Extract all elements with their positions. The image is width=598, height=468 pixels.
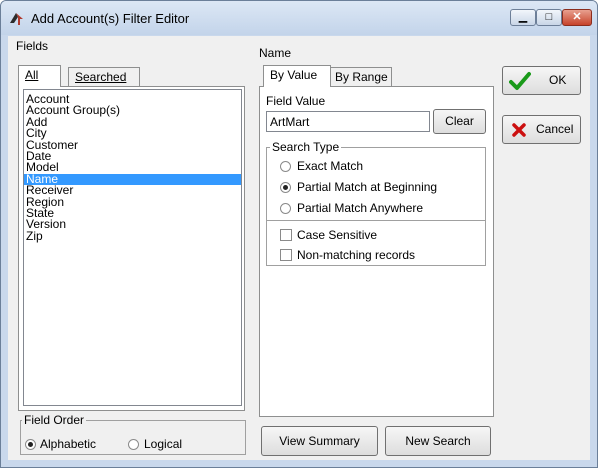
tab-searched[interactable]: Searched (68, 67, 140, 87)
clear-button-label: Clear (445, 114, 474, 128)
filter-editor-window: Add Account(s) Filter Editor ▁ □ ✕ Field… (0, 0, 598, 468)
tab-by-range-label: By Range (335, 70, 388, 84)
app-icon (10, 13, 23, 25)
tab-by-value-label: By Value (270, 68, 318, 82)
case-sensitive-label: Case Sensitive (297, 228, 378, 242)
tab-searched-label: Searched (75, 70, 127, 84)
new-search-button[interactable]: New Search (385, 426, 491, 456)
partial-beginning-radio[interactable] (280, 182, 291, 193)
ok-label: OK (549, 73, 567, 87)
title-bar[interactable]: Add Account(s) Filter Editor ▁ □ ✕ (1, 1, 597, 35)
name-panel-label: Name (259, 46, 292, 60)
search-type-title: Search Type (270, 140, 342, 154)
window-title: Add Account(s) Filter Editor (31, 11, 190, 26)
tab-all[interactable]: All (18, 65, 61, 87)
radio-selected-dot (283, 185, 288, 190)
view-summary-button[interactable]: View Summary (261, 426, 378, 456)
tab-all-label: All (25, 68, 39, 82)
non-matching-checkbox[interactable] (280, 249, 292, 261)
non-matching-label: Non-matching records (297, 248, 416, 262)
logical-label: Logical (144, 437, 183, 451)
ok-button[interactable]: OK (502, 66, 581, 95)
maximize-icon: □ (545, 11, 553, 23)
list-item[interactable]: Account Group(s) (24, 104, 241, 116)
list-item[interactable]: Zip (24, 229, 241, 242)
partial-beginning-label: Partial Match at Beginning (297, 180, 438, 194)
checkmark-icon (509, 72, 531, 90)
case-sensitive-checkbox[interactable] (280, 229, 292, 241)
close-icon: ✕ (572, 11, 582, 23)
radio-selected-dot (28, 442, 33, 447)
fields-label: Fields (16, 39, 49, 53)
x-icon (512, 123, 526, 137)
logical-radio[interactable] (128, 439, 139, 450)
list-item[interactable]: Add (24, 116, 241, 128)
close-button[interactable]: ✕ (562, 9, 592, 26)
list-item[interactable]: Customer (24, 138, 241, 151)
view-summary-label: View Summary (279, 434, 360, 448)
field-value-input[interactable]: ArtMart (266, 111, 430, 132)
field-order-title: Field Order (22, 413, 87, 427)
fields-list[interactable]: Account Account Group(s) Add City Customer Da… (23, 89, 242, 406)
list-item[interactable]: Region (24, 195, 241, 208)
tab-by-value[interactable]: By Value (263, 65, 331, 87)
exact-match-label: Exact Match (297, 159, 364, 173)
dialog-client-area: Fields All Searched Account Account Group… (8, 36, 590, 460)
minimize-icon: ▁ (518, 11, 528, 23)
search-type-divider (267, 220, 485, 221)
tab-by-range[interactable]: By Range (328, 67, 392, 87)
new-search-label: New Search (405, 434, 471, 448)
minimize-button[interactable]: ▁ (510, 9, 536, 26)
exact-match-radio[interactable] (280, 161, 291, 172)
partial-anywhere-radio[interactable] (280, 203, 291, 214)
field-value-label: Field Value (266, 94, 326, 108)
maximize-button[interactable]: □ (536, 9, 562, 26)
clear-button[interactable]: Clear (433, 109, 486, 134)
partial-anywhere-label: Partial Match Anywhere (297, 201, 424, 215)
alphabetic-radio[interactable] (25, 439, 36, 450)
list-item[interactable]: Version (24, 218, 241, 230)
cancel-label: Cancel (536, 122, 574, 136)
alphabetic-label: Alphabetic (40, 437, 97, 451)
cancel-button[interactable]: Cancel (502, 115, 581, 144)
